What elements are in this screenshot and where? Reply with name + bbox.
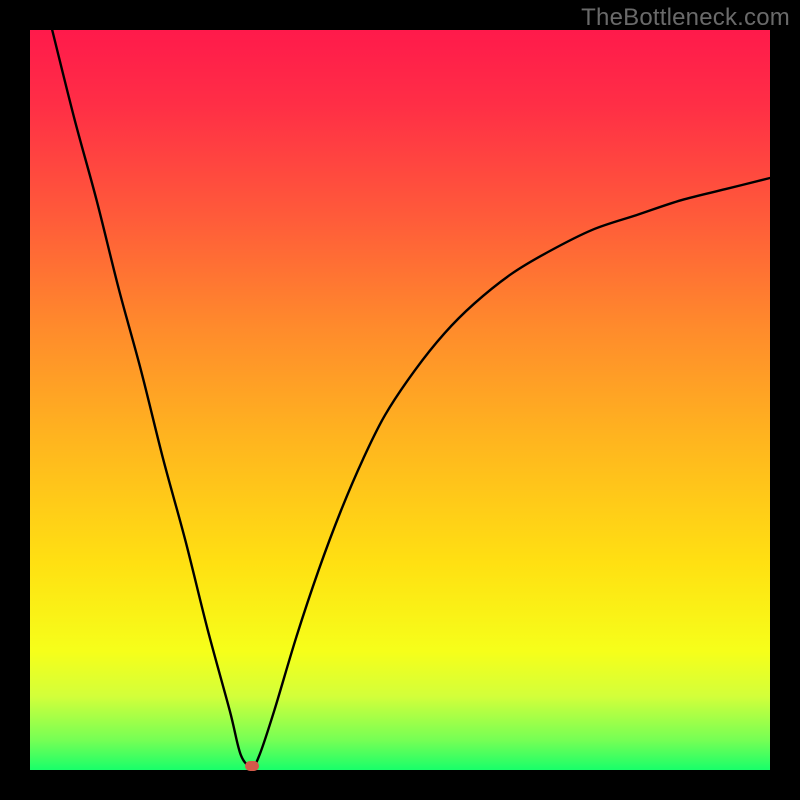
curve-path	[52, 30, 770, 766]
plot-area	[30, 30, 770, 770]
chart-frame: TheBottleneck.com	[0, 0, 800, 800]
watermark-text: TheBottleneck.com	[581, 4, 790, 32]
bottleneck-curve	[30, 30, 770, 770]
optimal-marker	[245, 761, 259, 771]
